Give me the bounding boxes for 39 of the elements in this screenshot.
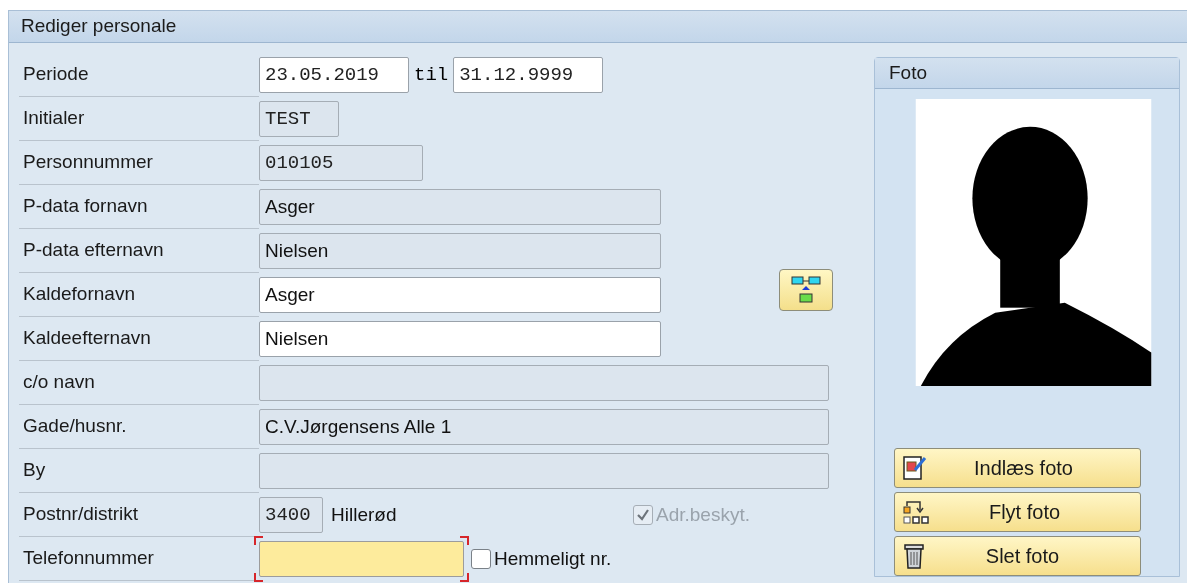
hierarchy-icon — [791, 276, 821, 304]
edit-document-icon — [901, 454, 928, 482]
input-field[interactable]: 3400 — [259, 497, 323, 533]
input-field[interactable]: 010105 — [259, 145, 423, 181]
input-field[interactable]: Asger — [259, 189, 661, 225]
input-field[interactable]: 31.12.9999 — [453, 57, 604, 93]
panel-title: Rediger personale — [21, 14, 177, 39]
field-label: Gade/husnr. — [23, 414, 127, 439]
checkbox-label: Hemmeligt nr. — [494, 546, 612, 571]
input-field[interactable]: Asger — [259, 277, 661, 313]
field-label: Postnr/distrikt — [23, 502, 139, 527]
separator-text: til — [414, 62, 449, 88]
field-label: Personnummer — [23, 150, 153, 175]
district-text: Hillerød — [331, 502, 398, 527]
field-label: Telefonnummer — [23, 546, 154, 571]
field-label: By — [23, 458, 46, 483]
field-label: Initialer — [23, 106, 85, 131]
checkbox[interactable] — [471, 549, 491, 569]
input-field[interactable]: Nielsen — [259, 233, 661, 269]
checkbox-label: Adr.beskyt. — [656, 502, 750, 527]
field-label: Kaldefornavn — [23, 282, 135, 307]
field-label: P-data efternavn — [23, 238, 164, 263]
input-field[interactable]: 23.05.2019 — [259, 57, 409, 93]
panel-title: Foto — [889, 60, 928, 85]
input-field[interactable] — [259, 453, 829, 489]
move-icon — [901, 498, 930, 526]
input-field[interactable]: C.V.Jørgensens Alle 1 — [259, 409, 829, 445]
photo-button[interactable]: Slet foto — [893, 536, 1141, 576]
field-label: P-data fornavn — [23, 194, 148, 219]
trash-icon — [901, 542, 926, 570]
field-label: Kaldeefternavn — [23, 326, 151, 351]
photo-button[interactable]: Indlæs foto — [893, 448, 1141, 488]
photo-button[interactable]: Flyt foto — [893, 492, 1141, 532]
input-field[interactable] — [259, 365, 829, 401]
input-field[interactable]: Nielsen — [259, 321, 661, 357]
input-field[interactable]: TEST — [259, 101, 339, 137]
copy-names-button[interactable] — [779, 269, 833, 311]
field-label: Periode — [23, 62, 89, 87]
field-label: c/o navn — [23, 370, 95, 395]
